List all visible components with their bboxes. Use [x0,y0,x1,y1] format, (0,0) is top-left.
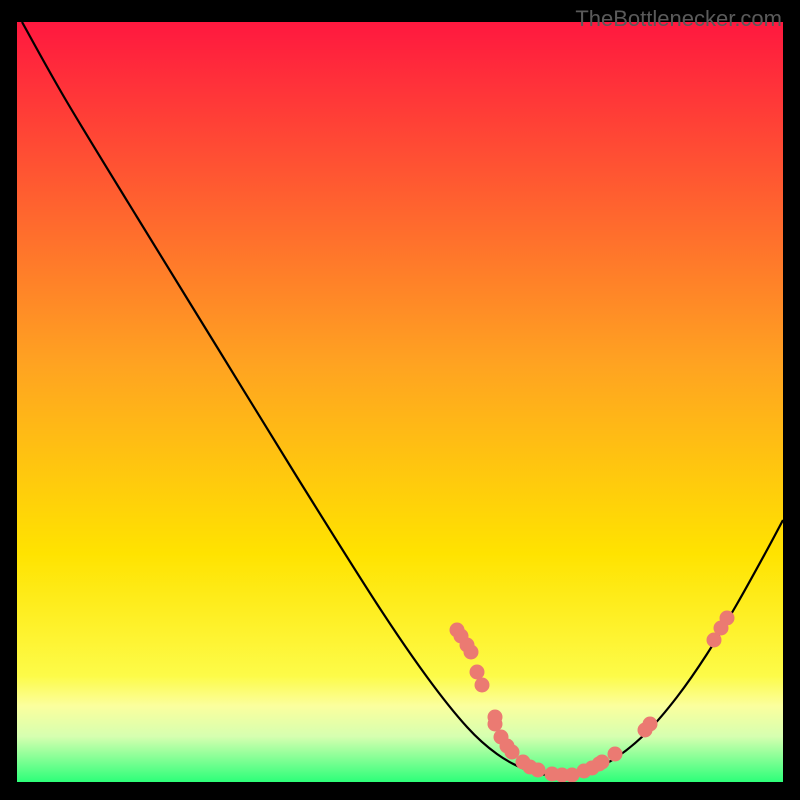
data-point [488,717,503,732]
chart-background [17,22,783,782]
chart-svg [17,22,783,782]
data-point [643,717,658,732]
data-point [475,678,490,693]
data-point [720,611,735,626]
chart-plot-area [17,22,783,782]
watermark-text: TheBottlenecker.com [575,6,782,32]
data-point [464,645,479,660]
data-point [531,763,546,778]
data-point [608,747,623,762]
data-point [595,755,610,770]
data-point [470,665,485,680]
